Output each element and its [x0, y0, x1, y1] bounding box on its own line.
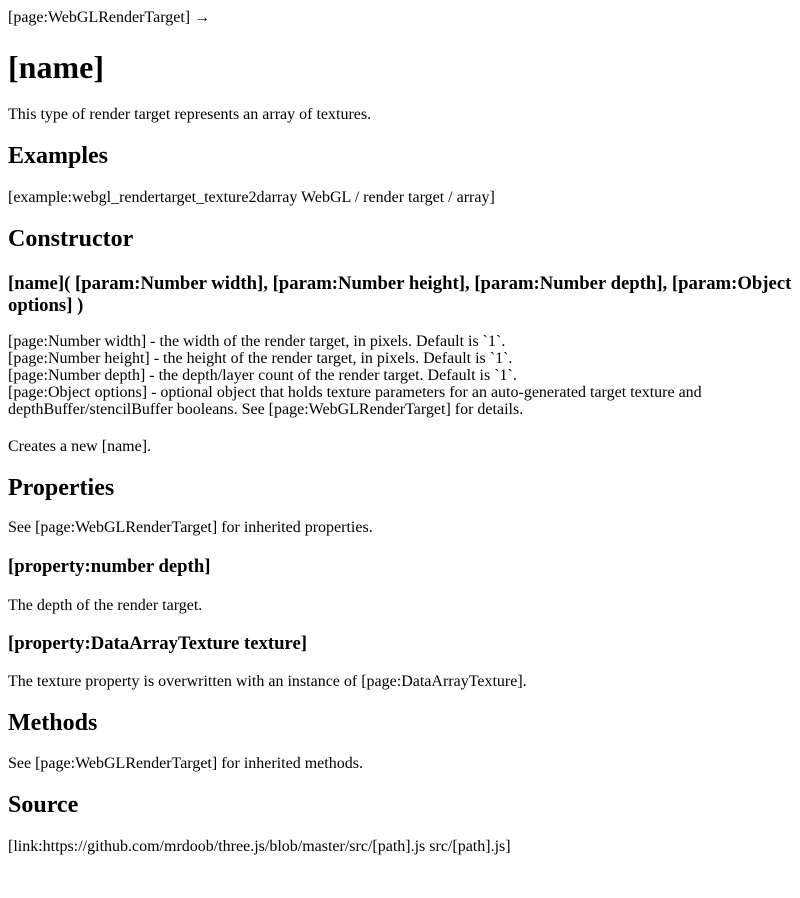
property-depth-heading: [property:number depth]: [8, 556, 211, 577]
param-options: [page:Object options] - optional object …: [8, 384, 702, 418]
source-link[interactable]: [link:https://github.com/mrdoob/three.js…: [8, 838, 792, 856]
property-depth-description: The depth of the render target.: [8, 597, 203, 614]
inherited-properties-text: See [page:WebGLRenderTarget] for inherit…: [8, 519, 373, 536]
example-link[interactable]: [example:webgl_rendertarget_texture2darr…: [8, 189, 792, 207]
intro-text: This type of render target represents an…: [8, 106, 372, 123]
inherited-methods-text: See [page:WebGLRenderTarget] for inherit…: [8, 755, 363, 772]
param-width: [page:Number width] - the width of the r…: [8, 333, 506, 350]
breadcrumb[interactable]: [page:WebGLRenderTarget] →: [8, 0, 792, 27]
param-list: [page:Number width] - the width of the r…: [8, 333, 792, 418]
constructor-signature: [name]( [param:Number width], [param:Num…: [8, 273, 792, 316]
properties-heading: Properties: [8, 475, 115, 501]
property-texture-description: The texture property is overwritten with…: [8, 673, 527, 690]
page-title: [name]: [8, 49, 104, 85]
examples-heading: Examples: [8, 143, 109, 169]
param-height: [page:Number height] - the height of the…: [8, 350, 513, 367]
constructor-description: Creates a new [name].: [8, 438, 152, 455]
param-depth: [page:Number depth] - the depth/layer co…: [8, 367, 517, 384]
source-heading: Source: [8, 792, 79, 818]
doc-page: [page:WebGLRenderTarget] → [name] This t…: [0, 0, 800, 856]
property-texture-heading: [property:DataArrayTexture texture]: [8, 633, 307, 654]
methods-heading: Methods: [8, 710, 98, 736]
constructor-heading: Constructor: [8, 226, 134, 252]
